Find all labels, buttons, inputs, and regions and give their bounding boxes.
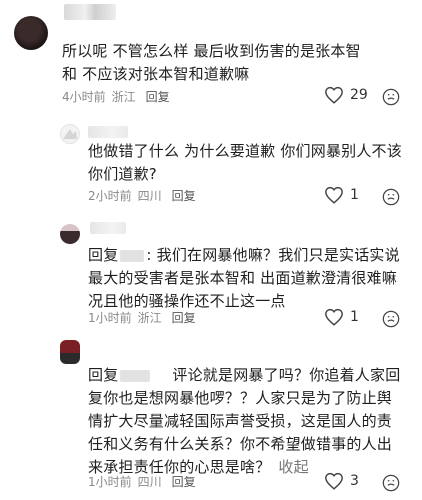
avatar[interactable] xyxy=(60,124,80,144)
comment-time: 1小时前 xyxy=(88,311,132,325)
comment-location: 浙江 xyxy=(111,90,136,104)
reply-button[interactable]: 回复 xyxy=(172,311,196,325)
heart-icon xyxy=(325,186,343,204)
comment-meta: 2小时前 四川 回复 xyxy=(88,188,196,204)
dislike-icon[interactable] xyxy=(382,88,400,106)
username-blurred[interactable] xyxy=(64,4,116,20)
like-button[interactable]: 3 xyxy=(324,472,359,490)
heart-icon xyxy=(325,308,343,326)
comment-meta: 1小时前 浙江 回复 xyxy=(88,310,196,326)
like-count: 29 xyxy=(350,87,368,103)
comment-text: 所以呢 不管怎么样 最后收到伤害的是张本智和 不应该对张本智和道歉嘛 xyxy=(62,42,361,83)
like-count: 1 xyxy=(350,309,359,325)
like-button[interactable]: 1 xyxy=(324,186,359,204)
comment-text: 回复 评论就是网暴了吗？你追着人家回复你也是想网暴他啰？？人家只是为了防止舆情扩大… xyxy=(88,364,406,479)
reply-prefix: 回复 xyxy=(88,366,119,384)
dislike-icon[interactable] xyxy=(382,310,400,328)
comment-location: 浙江 xyxy=(137,311,162,325)
heart-icon xyxy=(325,472,343,490)
like-button[interactable]: 1 xyxy=(324,308,359,326)
comment-location: 四川 xyxy=(137,475,162,489)
comment-text: 回复: 我们在网暴他嘛？我们只是实话实说 最大的受害者是张本智和 出面道歉澄清很… xyxy=(88,244,406,313)
avatar[interactable] xyxy=(60,224,80,244)
reply-button[interactable]: 回复 xyxy=(146,90,170,104)
username-blurred[interactable] xyxy=(90,222,126,234)
like-button[interactable]: 29 xyxy=(324,86,368,104)
reply-button[interactable]: 回复 xyxy=(172,189,196,203)
avatar[interactable] xyxy=(60,340,80,364)
mentioned-user-blurred[interactable] xyxy=(120,249,145,262)
like-count: 3 xyxy=(350,473,359,489)
comment-time: 4小时前 xyxy=(62,90,106,104)
comment-time: 2小时前 xyxy=(88,189,132,203)
dislike-icon[interactable] xyxy=(382,474,400,492)
heart-icon xyxy=(325,86,343,104)
dislike-icon[interactable] xyxy=(382,188,400,206)
like-count: 1 xyxy=(350,187,359,203)
comment-text: 他做错了什么 为什么要道歉 你们网暴别人不该你们道歉? xyxy=(88,142,402,183)
reply-prefix: 回复 xyxy=(88,246,119,264)
mentioned-user-blurred[interactable] xyxy=(120,369,151,382)
username-blurred[interactable] xyxy=(88,126,128,138)
comment-meta: 1小时前 四川 回复 xyxy=(88,474,196,490)
comment-location: 四川 xyxy=(137,189,162,203)
collapse-link[interactable]: 收起 xyxy=(278,458,308,476)
comment-meta: 4小时前 浙江 回复 xyxy=(62,89,170,105)
comment-time: 1小时前 xyxy=(88,475,132,489)
avatar-default-icon xyxy=(63,129,77,139)
reply-text: 评论就是网暴了吗？你追着人家回复你也是想网暴他啰？？人家只是为了防止舆情扩大尽量… xyxy=(88,366,401,476)
reply-button[interactable]: 回复 xyxy=(172,475,196,489)
avatar[interactable] xyxy=(14,16,48,50)
